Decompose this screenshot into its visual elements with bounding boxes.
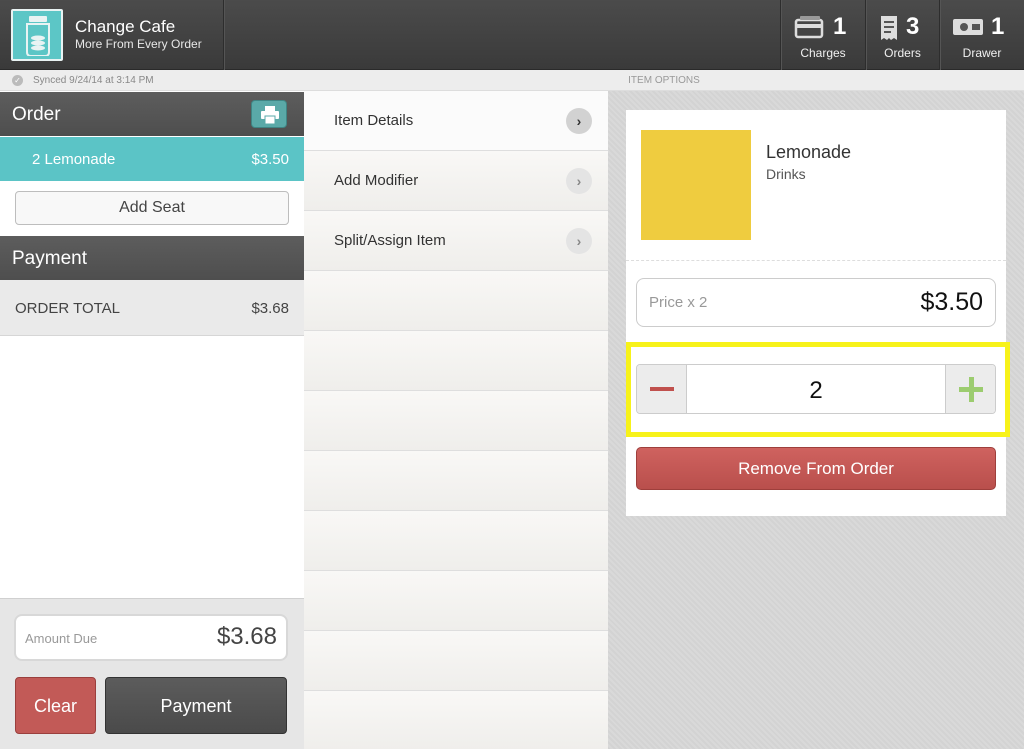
order-total-label: ORDER TOTAL <box>15 300 121 317</box>
line-item-name: 2 Lemonade <box>32 151 116 168</box>
empty-row <box>304 511 608 571</box>
item-name: Lemonade <box>766 142 852 162</box>
price-value: $3.50 <box>920 288 983 316</box>
item-card: Lemonade Drinks Price x 2 $3.50 2 Remove… <box>626 110 1010 516</box>
receipt-icon <box>881 16 897 40</box>
empty-row <box>304 571 608 631</box>
order-line-item[interactable]: 2 Lemonade $3.50 <box>0 137 304 181</box>
chevron-right-icon: › <box>566 168 592 194</box>
orders-button[interactable]: 3 Orders <box>866 0 939 70</box>
order-title: Order <box>12 104 61 125</box>
drawer-button[interactable]: 1 Drawer <box>940 0 1024 70</box>
amount-due-value: $3.68 <box>216 623 277 650</box>
menu-item-details[interactable]: Item Details › <box>304 91 608 151</box>
payment-header: Payment <box>0 236 316 280</box>
menu-add-modifier[interactable]: Add Modifier › <box>304 151 608 211</box>
quantity-value[interactable]: 2 <box>687 377 945 405</box>
empty-row <box>304 391 608 451</box>
price-field[interactable]: Price x 2 $3.50 <box>636 278 996 327</box>
item-detail-panel: Lemonade Drinks Price x 2 $3.50 2 Remove… <box>608 91 1024 749</box>
divider <box>626 260 1006 261</box>
payment-title: Payment <box>12 248 87 269</box>
menu-item-label: Add Modifier <box>334 172 419 189</box>
minus-icon <box>650 387 674 391</box>
sync-text: Synced 9/24/14 at 3:14 PM <box>33 75 154 86</box>
payment-footer: Amount Due $3.68 Clear Payment <box>0 598 304 749</box>
charges-label: Charges <box>800 46 846 60</box>
menu-item-label: Split/Assign Item <box>334 232 446 249</box>
item-color-swatch <box>641 130 751 240</box>
drawer-count: 1 <box>991 13 1005 40</box>
charges-button[interactable]: 1 Charges <box>781 0 865 70</box>
line-item-price: $3.50 <box>251 151 289 168</box>
app-tagline: More From Every Order <box>75 37 202 51</box>
cash-drawer-icon <box>953 19 983 35</box>
chevron-right-icon: › <box>566 108 592 134</box>
mason-jar-icon <box>11 9 63 61</box>
order-total-value: $3.68 <box>251 300 289 317</box>
price-label: Price x 2 <box>649 294 708 311</box>
empty-row <box>304 451 608 511</box>
order-panel: ✓ Synced 9/24/14 at 3:14 PM Order 2 Lemo… <box>0 70 316 749</box>
empty-row <box>304 691 608 749</box>
charges-count: 1 <box>833 13 847 40</box>
divider <box>223 0 224 70</box>
empty-row <box>304 631 608 691</box>
quantity-stepper: 2 <box>636 364 996 414</box>
empty-row <box>304 331 608 391</box>
plus-icon <box>969 377 974 402</box>
menu-split-assign[interactable]: Split/Assign Item › <box>304 211 608 271</box>
orders-label: Orders <box>884 46 921 60</box>
clear-button[interactable]: Clear <box>15 677 96 734</box>
top-bar: Change Cafe More From Every Order 1 Char… <box>0 0 1024 70</box>
empty-row <box>304 271 608 331</box>
order-total-row: ORDER TOTAL $3.68 <box>0 280 304 336</box>
print-button[interactable] <box>251 100 287 128</box>
decrease-button[interactable] <box>637 365 687 413</box>
item-options-menu: Item Details › Add Modifier › Split/Assi… <box>304 91 608 749</box>
menu-item-label: Item Details <box>334 112 414 129</box>
check-icon: ✓ <box>12 75 23 86</box>
item-options-header: ITEM OPTIONS <box>304 70 1024 91</box>
drawer-label: Drawer <box>962 46 1002 60</box>
remove-from-order-button[interactable]: Remove From Order <box>636 447 996 490</box>
increase-button[interactable] <box>945 365 995 413</box>
order-header: Order <box>0 92 316 136</box>
add-seat-button[interactable]: Add Seat <box>15 191 289 225</box>
chevron-right-icon: › <box>566 228 592 254</box>
payment-button[interactable]: Payment <box>105 677 287 734</box>
sync-status: ✓ Synced 9/24/14 at 3:14 PM <box>0 70 304 91</box>
amount-due-box: Amount Due $3.68 <box>14 614 288 661</box>
orders-count: 3 <box>906 13 920 40</box>
card-icon <box>794 16 824 39</box>
printer-icon <box>261 106 279 124</box>
app-name: Change Cafe <box>75 17 176 36</box>
amount-due-label: Amount Due <box>25 631 98 646</box>
item-category: Drinks <box>766 166 806 182</box>
